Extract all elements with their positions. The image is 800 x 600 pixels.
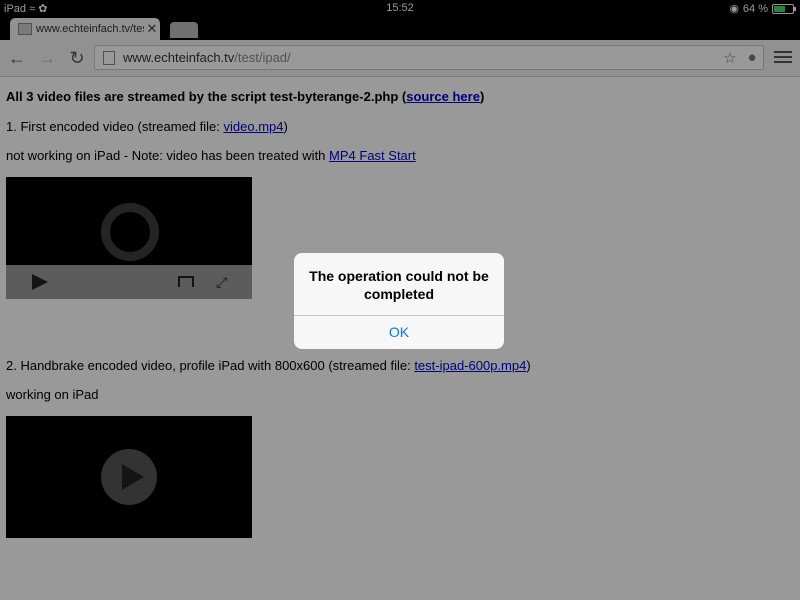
ok-button[interactable]: OK: [294, 316, 504, 349]
alert-dialog: The operation could not be completed OK: [294, 253, 504, 349]
alert-message: The operation could not be completed: [309, 268, 489, 302]
